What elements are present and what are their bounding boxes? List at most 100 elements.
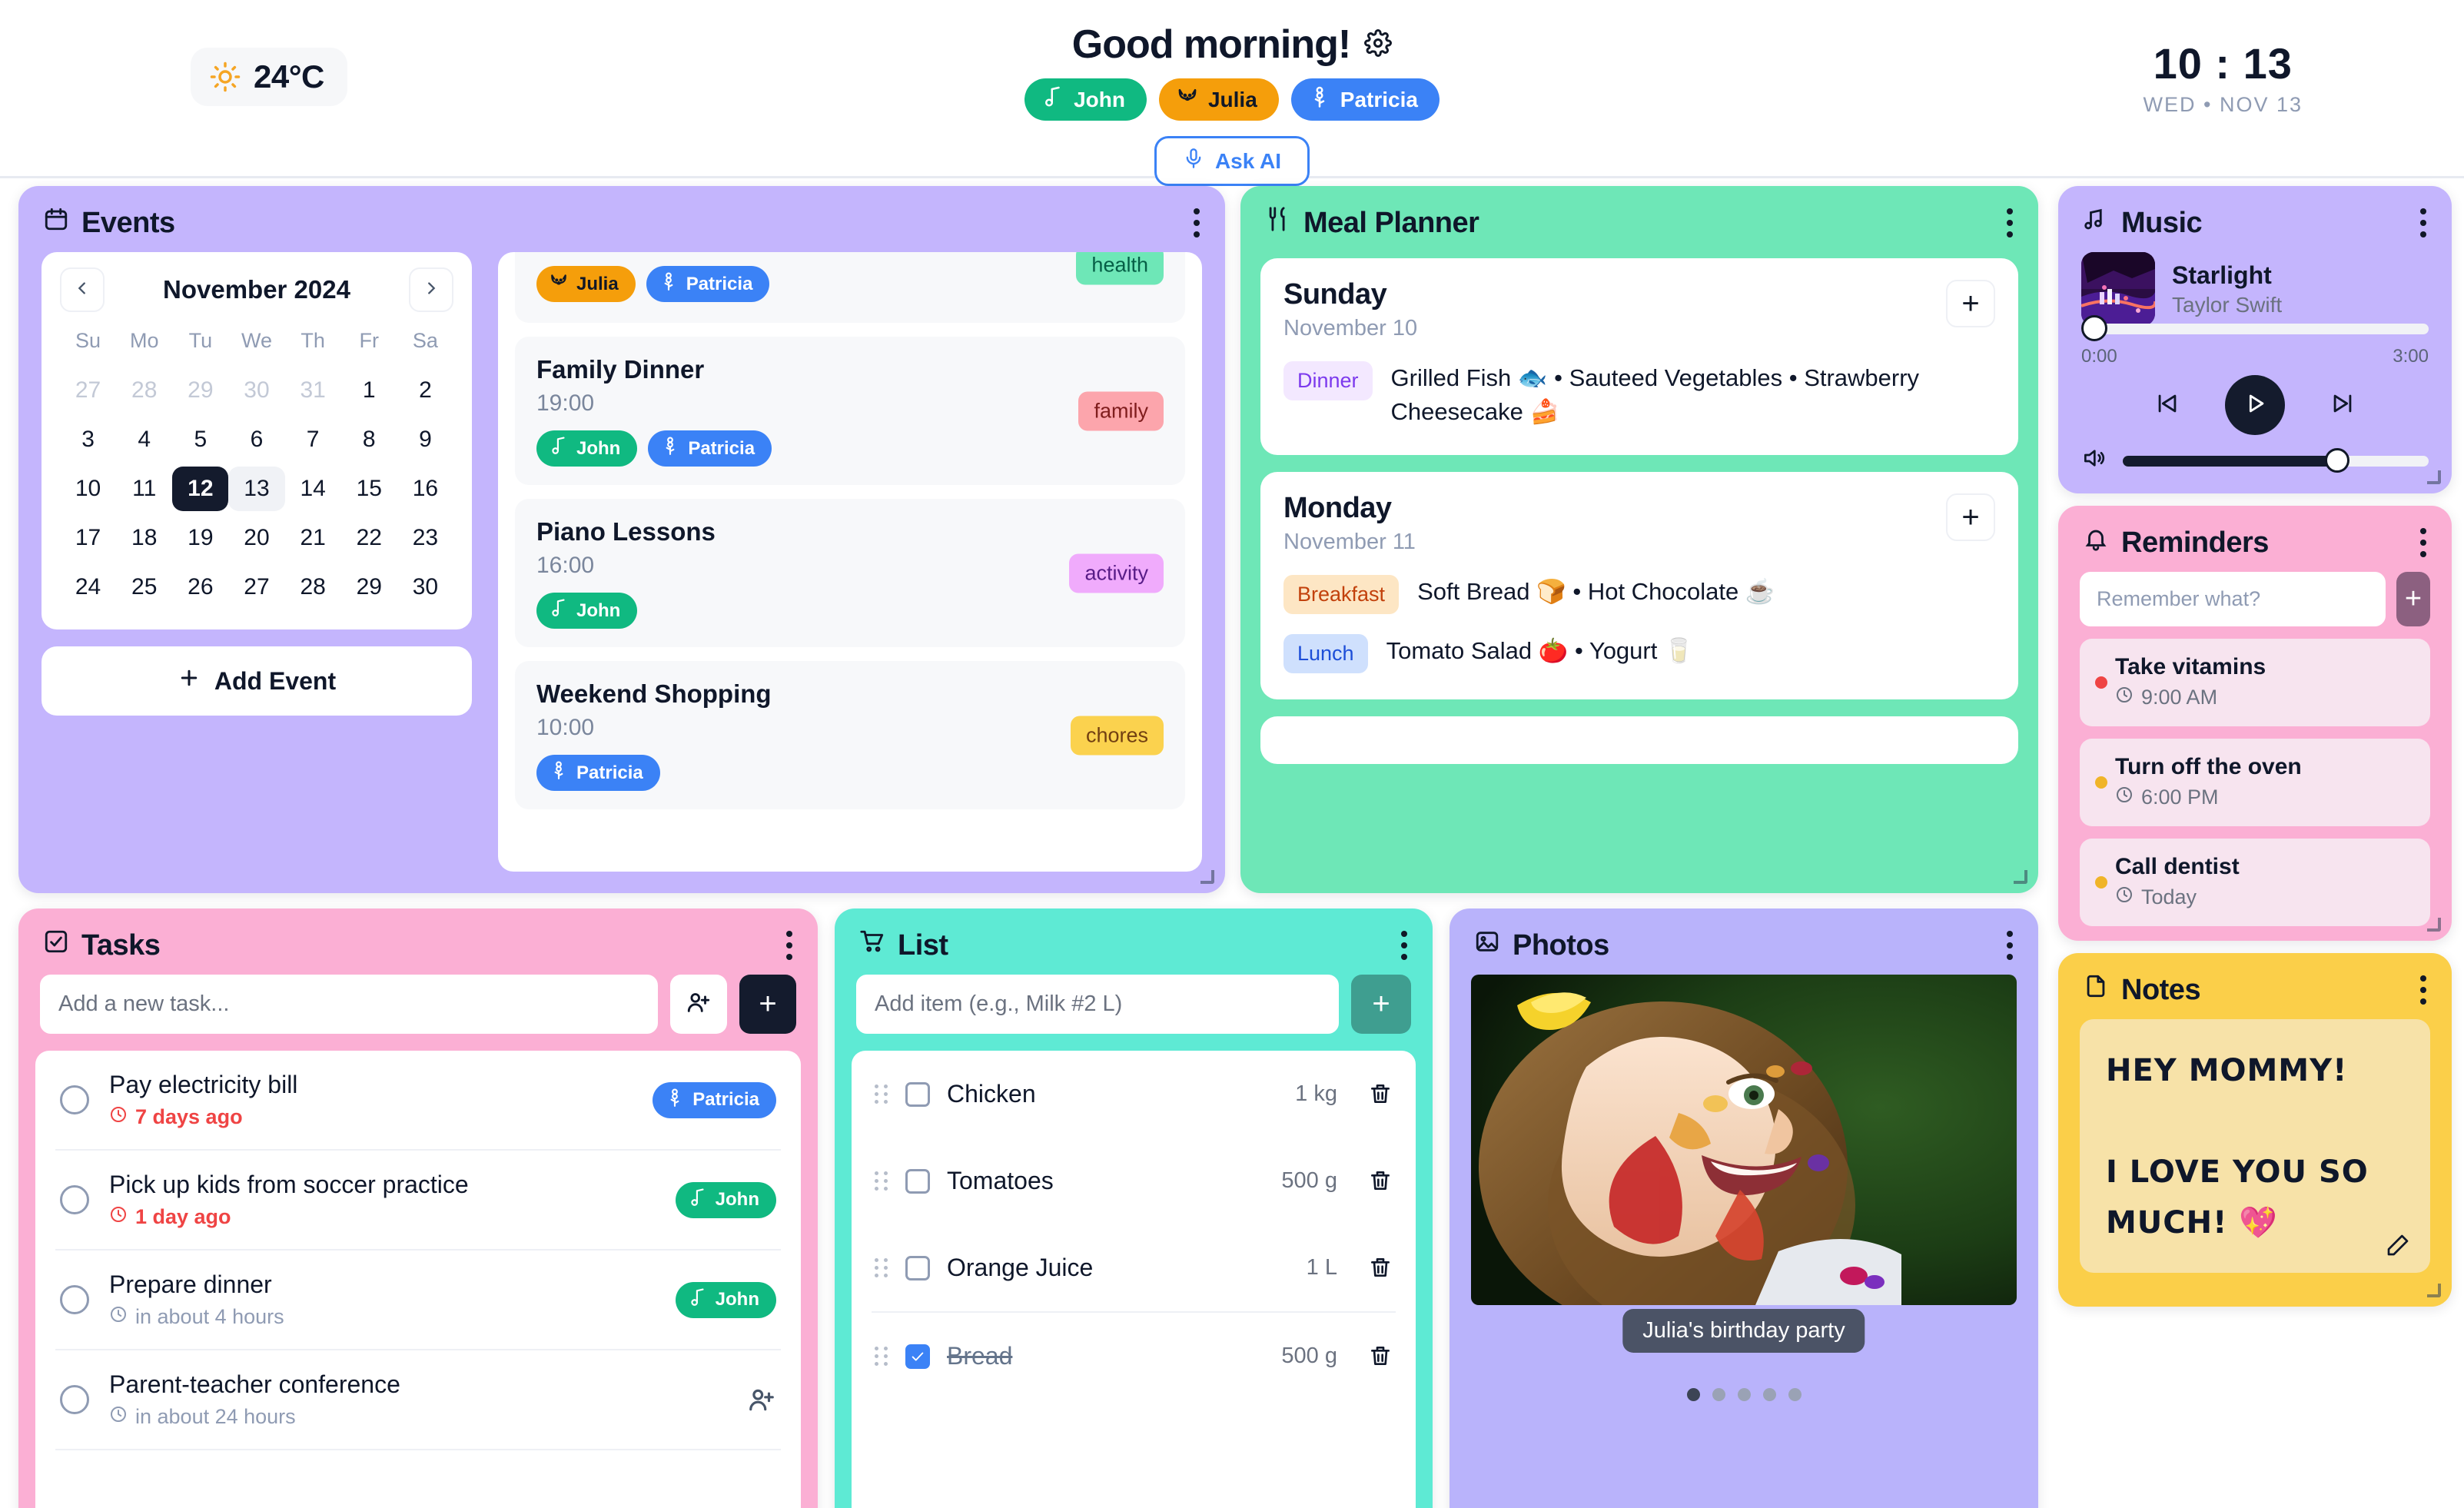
task-checkbox[interactable] — [60, 1085, 89, 1114]
calendar-day[interactable]: 30 — [397, 565, 453, 610]
list-item-checkbox[interactable] — [905, 1081, 930, 1107]
person-chip-patricia[interactable]: Patricia — [653, 1081, 776, 1118]
list-item-checkbox[interactable] — [905, 1344, 930, 1369]
tasks-list[interactable]: Pay electricity bill 7 days ago Patricia… — [35, 1051, 801, 1508]
assign-task-icon[interactable] — [747, 1385, 776, 1414]
volume-slider[interactable] — [2123, 447, 2429, 473]
calendar-day[interactable]: 4 — [116, 417, 172, 462]
events-resize-handle[interactable] — [1199, 869, 1216, 885]
add-event-button[interactable]: Add Event — [42, 646, 472, 716]
calendar-day[interactable]: 7 — [285, 417, 341, 462]
calendar-day[interactable]: 29 — [341, 565, 397, 610]
calendar-day[interactable]: 30 — [228, 368, 284, 413]
calendar-prev-button[interactable] — [60, 267, 105, 312]
calendar-day[interactable]: 22 — [341, 516, 397, 560]
person-chip-patricia[interactable]: Patricia — [536, 755, 660, 791]
trash-icon[interactable] — [1368, 1168, 1393, 1194]
speaker-icon[interactable] — [2081, 446, 2106, 474]
calendar-day[interactable]: 20 — [228, 516, 284, 560]
task-input[interactable] — [40, 975, 658, 1034]
list-item[interactable]: Tomatoes 500 g — [872, 1138, 1396, 1224]
photo-dot[interactable] — [1762, 1388, 1776, 1401]
calendar-day[interactable]: 11 — [116, 467, 172, 511]
reminder-item[interactable]: Turn off the oven 6:00 PM — [2080, 739, 2430, 826]
photo-dot[interactable] — [1788, 1388, 1802, 1401]
photo-dot[interactable] — [1712, 1388, 1725, 1401]
calendar-day[interactable]: 13 — [228, 467, 285, 511]
calendar-day[interactable]: 18 — [116, 516, 172, 560]
list-items[interactable]: Chicken 1 kg Tomatoes 500 g Orange Juice… — [852, 1051, 1416, 1508]
calendar-day[interactable]: 25 — [116, 565, 172, 610]
person-chip-patricia[interactable]: Patricia — [648, 430, 772, 467]
events-menu-button[interactable] — [1193, 208, 1200, 237]
task-row[interactable]: Prepare dinner in about 4 hours John — [55, 1251, 781, 1350]
calendar-day[interactable]: 29 — [172, 368, 228, 413]
music-menu-button[interactable] — [2419, 208, 2427, 237]
notes-resize-handle[interactable] — [2426, 1282, 2442, 1299]
person-chip-julia[interactable]: Julia — [1158, 78, 1279, 121]
gear-icon[interactable] — [1364, 28, 1393, 61]
calendar-day[interactable]: 1 — [341, 368, 397, 413]
list-input[interactable] — [856, 975, 1339, 1034]
add-reminder-button[interactable]: + — [2396, 572, 2430, 626]
person-chip-john[interactable]: John — [536, 430, 638, 467]
person-chip-patricia[interactable]: Patricia — [646, 266, 770, 302]
note-paper[interactable]: Hey Mommy! I love you so much! 💖 — [2080, 1019, 2430, 1273]
trash-icon[interactable] — [1368, 1344, 1393, 1370]
events-list[interactable]: 14:00 Julia Patricia health Family Dinne… — [498, 252, 1202, 872]
calendar-day[interactable]: 28 — [285, 565, 341, 610]
list-item-checkbox[interactable] — [905, 1168, 930, 1194]
person-chip-john[interactable]: John — [675, 1181, 776, 1218]
calendar-day[interactable]: 10 — [60, 467, 116, 511]
reminder-input[interactable] — [2080, 572, 2386, 626]
calendar-day[interactable]: 14 — [285, 467, 341, 511]
calendar-day[interactable]: 24 — [60, 565, 116, 610]
calendar-day[interactable]: 31 — [285, 368, 341, 413]
reminder-item[interactable]: Take vitamins 9:00 AM — [2080, 639, 2430, 726]
add-meal-button[interactable]: + — [1946, 280, 1995, 327]
calendar-day[interactable]: 17 — [60, 516, 116, 560]
trash-icon[interactable] — [1368, 1081, 1393, 1108]
calendar-day[interactable]: 3 — [60, 417, 116, 462]
meal-planner-menu-button[interactable] — [2006, 208, 2014, 237]
calendar-day[interactable]: 8 — [341, 417, 397, 462]
task-row[interactable]: Parent-teacher conference in about 24 ho… — [55, 1350, 781, 1450]
volume-knob[interactable] — [2324, 447, 2349, 473]
drag-handle-icon[interactable] — [875, 1171, 888, 1192]
calendar-day[interactable]: 19 — [172, 516, 228, 560]
seek-knob[interactable] — [2081, 315, 2107, 341]
photos-menu-button[interactable] — [2006, 931, 2014, 960]
person-chip-patricia[interactable]: Patricia — [1290, 78, 1440, 121]
reminder-item[interactable]: Call dentist Today — [2080, 839, 2430, 926]
calendar-day[interactable]: 23 — [397, 516, 453, 560]
drag-handle-icon[interactable] — [875, 1346, 888, 1367]
add-meal-button[interactable]: + — [1946, 493, 1995, 542]
assign-task-button[interactable] — [670, 975, 727, 1034]
calendar-day[interactable]: 15 — [341, 467, 397, 511]
reminders-menu-button[interactable] — [2419, 528, 2427, 557]
event-item[interactable]: Weekend Shopping 10:00 Patricia chores — [515, 661, 1185, 809]
skip-back-icon[interactable] — [2154, 390, 2180, 420]
calendar-day[interactable]: 6 — [228, 417, 284, 462]
list-item[interactable]: Orange Juice 1 L — [872, 1224, 1396, 1311]
person-chip-julia[interactable]: Julia — [536, 266, 636, 302]
person-chip-john[interactable]: John — [536, 593, 638, 629]
skip-forward-icon[interactable] — [2330, 390, 2356, 420]
pencil-icon[interactable] — [2386, 1233, 2410, 1257]
calendar-day[interactable]: 9 — [397, 417, 453, 462]
add-task-button[interactable]: + — [739, 975, 796, 1034]
person-chip-john[interactable]: John — [1024, 78, 1147, 121]
trash-icon[interactable] — [1368, 1255, 1393, 1281]
task-row[interactable]: Pay electricity bill 7 days ago Patricia — [55, 1051, 781, 1151]
music-resize-handle[interactable] — [2426, 469, 2442, 486]
task-row[interactable]: Pick up kids from soccer practice 1 day … — [55, 1151, 781, 1251]
calendar-day[interactable]: 16 — [397, 467, 453, 511]
calendar-day[interactable]: 12 — [172, 467, 229, 511]
list-item[interactable]: Bread 500 g — [872, 1311, 1396, 1400]
photo-frame[interactable]: Julia's birthday party — [1471, 975, 2017, 1353]
tasks-menu-button[interactable] — [785, 931, 793, 960]
calendar-day[interactable]: 27 — [228, 565, 284, 610]
event-item[interactable]: Family Dinner 19:00 John Patricia family — [515, 337, 1185, 485]
task-checkbox[interactable] — [60, 1385, 89, 1414]
task-checkbox[interactable] — [60, 1185, 89, 1214]
